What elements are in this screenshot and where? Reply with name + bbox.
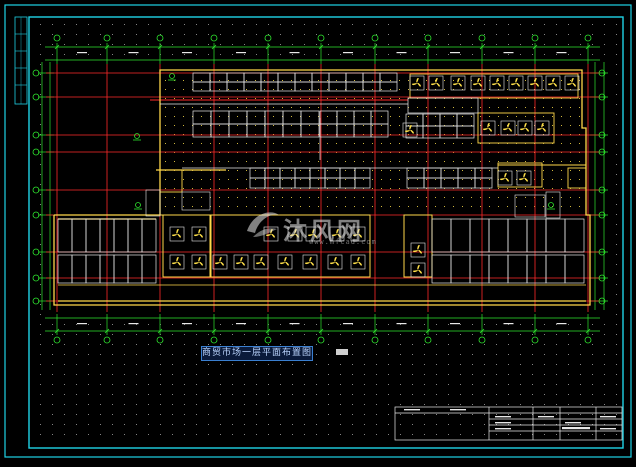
dimension-lines — [38, 43, 608, 335]
fan-icon — [545, 75, 561, 91]
fan-icon — [169, 254, 185, 270]
fan-icon — [277, 254, 293, 270]
fan-icon — [233, 254, 249, 270]
axis-bubbles — [32, 34, 606, 344]
fan-icon — [534, 120, 550, 136]
marker-icon — [133, 133, 141, 141]
drawing-title: 商贸市场一层平面布置图 — [201, 346, 313, 361]
fan-icon — [350, 254, 366, 270]
marker-icon — [134, 202, 142, 210]
fan-icon — [253, 254, 269, 270]
fan-icon — [517, 120, 533, 136]
fan-icon — [500, 120, 516, 136]
fan-icon — [470, 75, 486, 91]
fan-icon — [409, 75, 425, 91]
fan-icon — [410, 242, 426, 258]
fan-icon — [305, 226, 321, 242]
fan-icon — [350, 226, 366, 242]
fan-icon — [212, 254, 228, 270]
fan-icon — [191, 254, 207, 270]
fan-icon — [564, 75, 580, 91]
fan-icon — [489, 75, 505, 91]
fan-icon — [263, 226, 279, 242]
binding-strip — [14, 16, 28, 105]
fan-icon — [428, 75, 444, 91]
fan-icon — [497, 170, 513, 186]
fan-icon — [410, 262, 426, 278]
marker-icon — [168, 73, 176, 81]
scale-bar — [336, 349, 348, 355]
fan-icon — [287, 226, 303, 242]
fan-icon — [302, 254, 318, 270]
cad-drawing-viewport: 商贸市场一层平面布置图 沐风网 www.mfcad.com — [0, 0, 636, 463]
fan-icon — [327, 254, 343, 270]
floor-plan-drawing — [4, 4, 632, 458]
stairs — [145, 189, 561, 219]
fan-icon — [191, 226, 207, 242]
fan-icon — [516, 170, 532, 186]
fan-icon — [169, 226, 185, 242]
marker-icon — [547, 202, 555, 210]
building-outline — [53, 69, 591, 306]
dot-grid — [40, 24, 617, 435]
fan-icon — [329, 226, 345, 242]
fan-icon — [450, 75, 466, 91]
fan-icon — [508, 75, 524, 91]
fan-icon — [480, 120, 496, 136]
